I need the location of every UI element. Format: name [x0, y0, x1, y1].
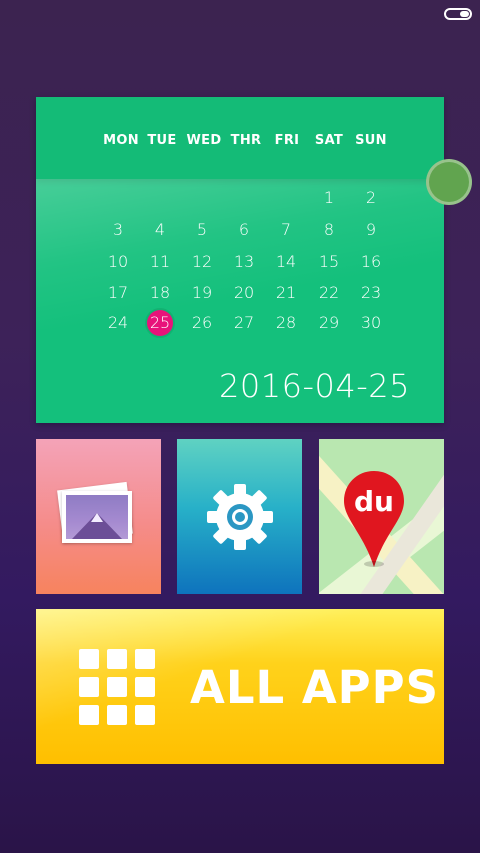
gallery-tile[interactable]: [36, 439, 161, 594]
calendar-day[interactable]: 8: [311, 217, 347, 243]
weekday-label: WED: [186, 133, 222, 148]
weekday-label: THR: [230, 133, 262, 148]
calendar-day[interactable]: 18: [142, 280, 178, 306]
all-apps-button[interactable]: ALL APPS: [36, 609, 444, 764]
calendar-day[interactable]: 4: [142, 217, 178, 243]
calendar-day[interactable]: 26: [184, 310, 220, 336]
weekday-label: SAT: [314, 133, 344, 148]
calendar-day[interactable]: 21: [268, 280, 304, 306]
weekday-label: MON: [103, 133, 139, 148]
calendar-day[interactable]: 13: [226, 249, 262, 275]
app-grid-icon: [79, 649, 155, 725]
photos-icon: [62, 491, 132, 543]
calendar-day[interactable]: 9: [353, 217, 389, 243]
calendar-widget[interactable]: MON TUE WED THR FRI SAT SUN 1 2 3 4 5 6 …: [36, 97, 444, 423]
floating-action-dot[interactable]: [426, 159, 472, 205]
gear-icon: [207, 484, 273, 550]
calendar-day[interactable]: 1: [311, 185, 347, 211]
weekday-label: SUN: [355, 133, 387, 148]
calendar-day-today[interactable]: 25: [147, 310, 173, 336]
calendar-day[interactable]: 5: [184, 217, 220, 243]
weekday-label: TUE: [147, 133, 177, 148]
calendar-day[interactable]: 10: [100, 249, 136, 275]
calendar-day[interactable]: 11: [142, 249, 178, 275]
weekday-label: FRI: [274, 133, 300, 148]
all-apps-label: ALL APPS: [190, 661, 440, 714]
map-pin-icon: du: [344, 471, 404, 567]
calendar-day[interactable]: 27: [226, 310, 262, 336]
calendar-day[interactable]: 16: [353, 249, 389, 275]
calendar-day[interactable]: 22: [311, 280, 347, 306]
maps-tile[interactable]: du: [319, 439, 444, 594]
settings-tile[interactable]: [177, 439, 302, 594]
calendar-day[interactable]: 30: [353, 310, 389, 336]
calendar-header: MON TUE WED THR FRI SAT SUN: [36, 97, 444, 179]
calendar-day[interactable]: 12: [184, 249, 220, 275]
pin-text: du: [354, 485, 394, 518]
calendar-day[interactable]: 14: [268, 249, 304, 275]
calendar-day[interactable]: 23: [353, 280, 389, 306]
calendar-day[interactable]: 28: [268, 310, 304, 336]
calendar-day[interactable]: 3: [100, 217, 136, 243]
calendar-date: 2016-04-25: [219, 367, 410, 405]
calendar-day[interactable]: 24: [100, 310, 136, 336]
calendar-day[interactable]: 29: [311, 310, 347, 336]
battery-icon: [444, 8, 472, 20]
calendar-day[interactable]: 20: [226, 280, 262, 306]
calendar-day[interactable]: 7: [268, 217, 304, 243]
calendar-day[interactable]: 15: [311, 249, 347, 275]
calendar-day[interactable]: 6: [226, 217, 262, 243]
calendar-day[interactable]: 19: [184, 280, 220, 306]
calendar-day[interactable]: 17: [100, 280, 136, 306]
calendar-day[interactable]: 2: [353, 185, 389, 211]
